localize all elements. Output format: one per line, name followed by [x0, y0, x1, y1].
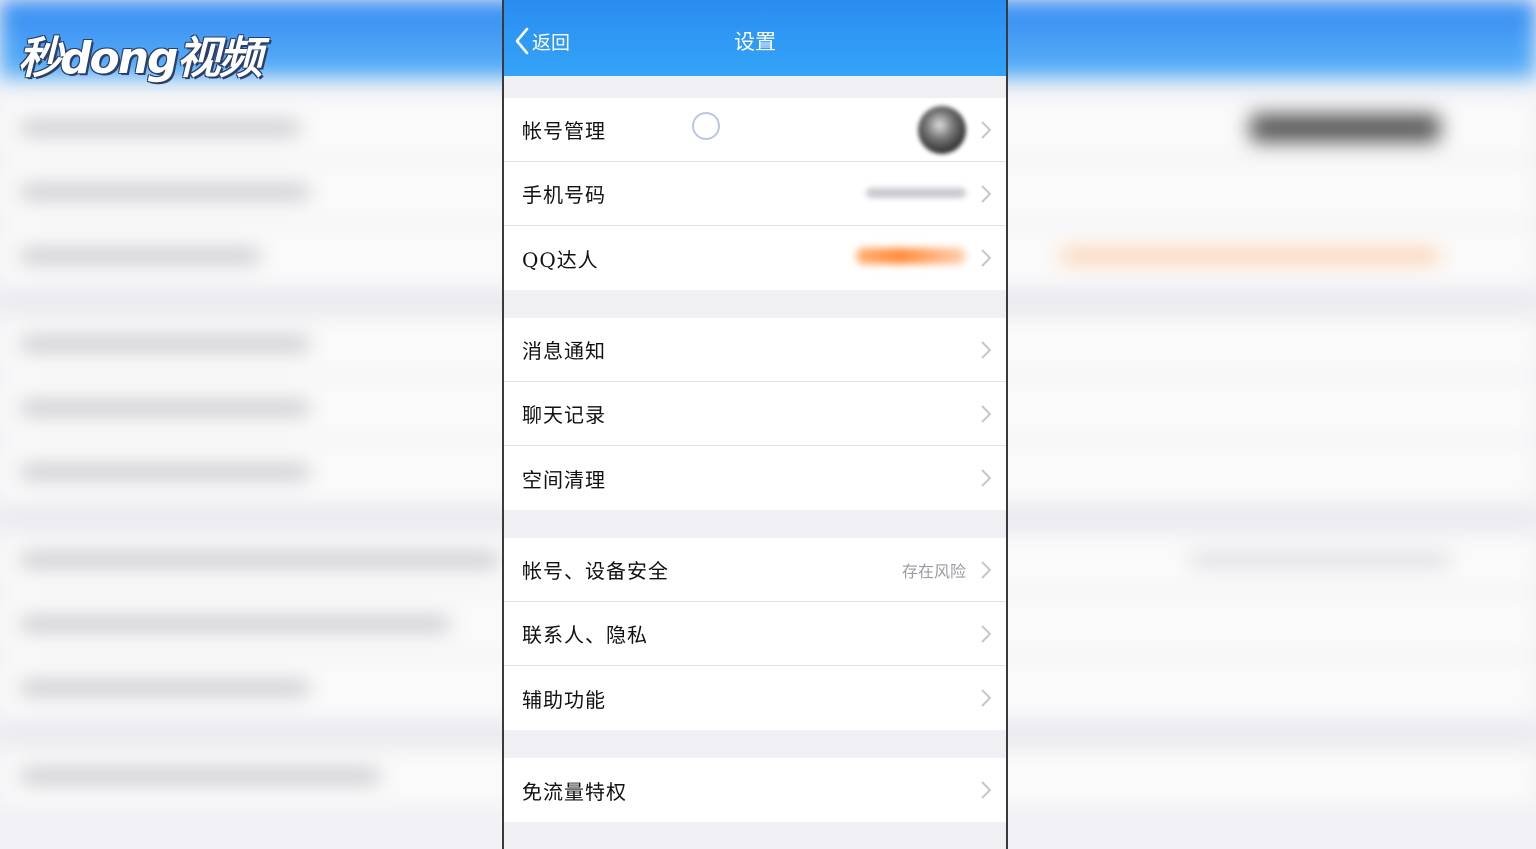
- row-label: 帐号管理: [522, 119, 606, 143]
- page-title: 设置: [734, 30, 776, 54]
- row-label: 帐号、设备安全: [522, 559, 669, 583]
- risk-status: 存在风险: [901, 561, 966, 581]
- row-free-data-privilege[interactable]: 免流量特权: [504, 758, 1006, 822]
- chevron-right-icon: [981, 781, 992, 799]
- section-gap: [504, 510, 1006, 538]
- chevron-right-icon: [981, 249, 992, 267]
- section-account: 帐号管理 手机号码 QQ达人: [504, 98, 1006, 290]
- row-label: 手机号码: [522, 183, 606, 207]
- section-gap: [504, 76, 1006, 98]
- chevron-right-icon: [981, 689, 992, 707]
- row-account-device-security[interactable]: 帐号、设备安全 存在风险: [504, 538, 1006, 602]
- chevron-right-icon: [981, 185, 992, 203]
- watermark-logo: 秒dong视频: [18, 33, 263, 84]
- row-notifications[interactable]: 消息通知: [504, 318, 1006, 382]
- section-data-privilege: 免流量特权: [504, 758, 1006, 822]
- row-label: 消息通知: [522, 339, 606, 363]
- row-accessibility[interactable]: 辅助功能: [504, 666, 1006, 730]
- row-label: 联系人、隐私: [522, 623, 648, 647]
- avatar: [918, 106, 966, 154]
- chevron-right-icon: [981, 561, 992, 579]
- phone-screen: 返回 设置 帐号管理 手机号码 QQ达人 消息通知 聊天记录 空间清理 帐号、设…: [502, 0, 1008, 849]
- chevron-right-icon: [981, 341, 992, 359]
- row-label: 免流量特权: [522, 779, 627, 804]
- row-label: 空间清理: [522, 467, 606, 492]
- row-phone-number[interactable]: 手机号码: [504, 162, 1006, 226]
- row-label: QQ达人: [522, 247, 599, 272]
- settings-list: 帐号管理 手机号码 QQ达人 消息通知 聊天记录 空间清理 帐号、设备安全 存在…: [504, 76, 1006, 822]
- row-label: 聊天记录: [522, 403, 606, 427]
- row-chat-history[interactable]: 聊天记录: [504, 382, 1006, 446]
- row-contacts-privacy[interactable]: 联系人、隐私: [504, 602, 1006, 666]
- touch-indicator: [692, 112, 720, 140]
- chevron-right-icon: [981, 625, 992, 643]
- section-messages: 消息通知 聊天记录 空间清理: [504, 318, 1006, 510]
- section-gap: [504, 730, 1006, 758]
- masked-phone-value: [866, 188, 966, 198]
- section-gap: [504, 290, 1006, 318]
- section-security: 帐号、设备安全 存在风险 联系人、隐私 辅助功能: [504, 538, 1006, 730]
- row-label: 辅助功能: [522, 687, 606, 712]
- row-qq-expert[interactable]: QQ达人: [504, 226, 1006, 290]
- row-account-management[interactable]: 帐号管理: [504, 98, 1006, 162]
- chevron-right-icon: [981, 121, 992, 139]
- row-storage-cleanup[interactable]: 空间清理: [504, 446, 1006, 510]
- masked-badge-value: [856, 248, 966, 264]
- navigation-bar: 返回 设置: [504, 0, 1006, 76]
- chevron-right-icon: [981, 405, 992, 423]
- chevron-right-icon: [981, 469, 992, 487]
